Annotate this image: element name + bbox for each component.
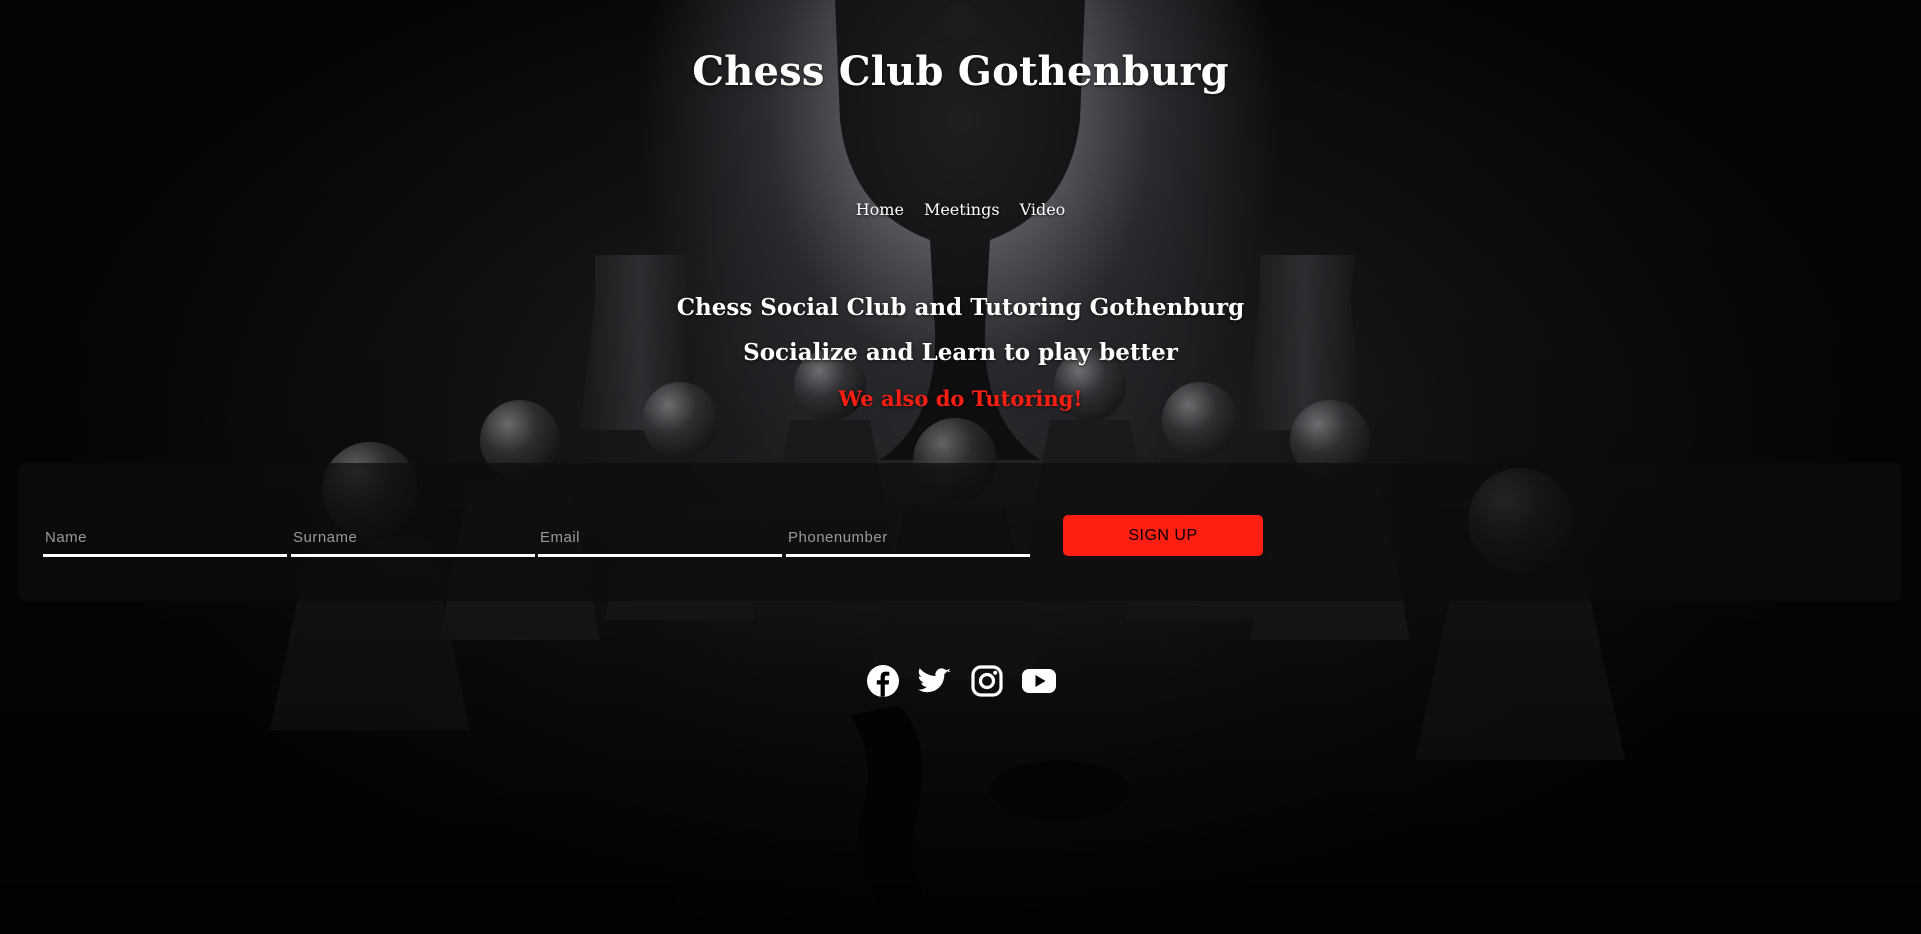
youtube-icon: [1021, 669, 1056, 693]
social-links: [0, 663, 1921, 699]
nav-item-video[interactable]: Video: [1020, 200, 1066, 219]
nav-item-meetings[interactable]: Meetings: [924, 200, 1000, 219]
phone-input[interactable]: [786, 519, 1030, 557]
main-nav: Home Meetings Video: [0, 200, 1921, 219]
twitter-link[interactable]: [917, 663, 953, 699]
instagram-icon: [970, 665, 1003, 697]
hero-subheading: Socialize and Learn to play better: [743, 339, 1178, 366]
youtube-link[interactable]: [1021, 663, 1057, 699]
signup-button[interactable]: SIGN UP: [1063, 515, 1263, 556]
facebook-link[interactable]: [865, 663, 901, 699]
email-input[interactable]: [538, 519, 782, 557]
twitter-icon: [917, 668, 951, 693]
facebook-icon: [866, 665, 899, 697]
hero-heading: Chess Social Club and Tutoring Gothenbur…: [676, 294, 1245, 321]
nav-item-home[interactable]: Home: [856, 200, 904, 219]
surname-input[interactable]: [291, 519, 535, 557]
tutoring-callout: We also do Tutoring!: [838, 386, 1083, 411]
name-input[interactable]: [43, 519, 287, 557]
site-title: Chess Club Gothenburg: [692, 48, 1229, 95]
instagram-link[interactable]: [969, 663, 1005, 699]
